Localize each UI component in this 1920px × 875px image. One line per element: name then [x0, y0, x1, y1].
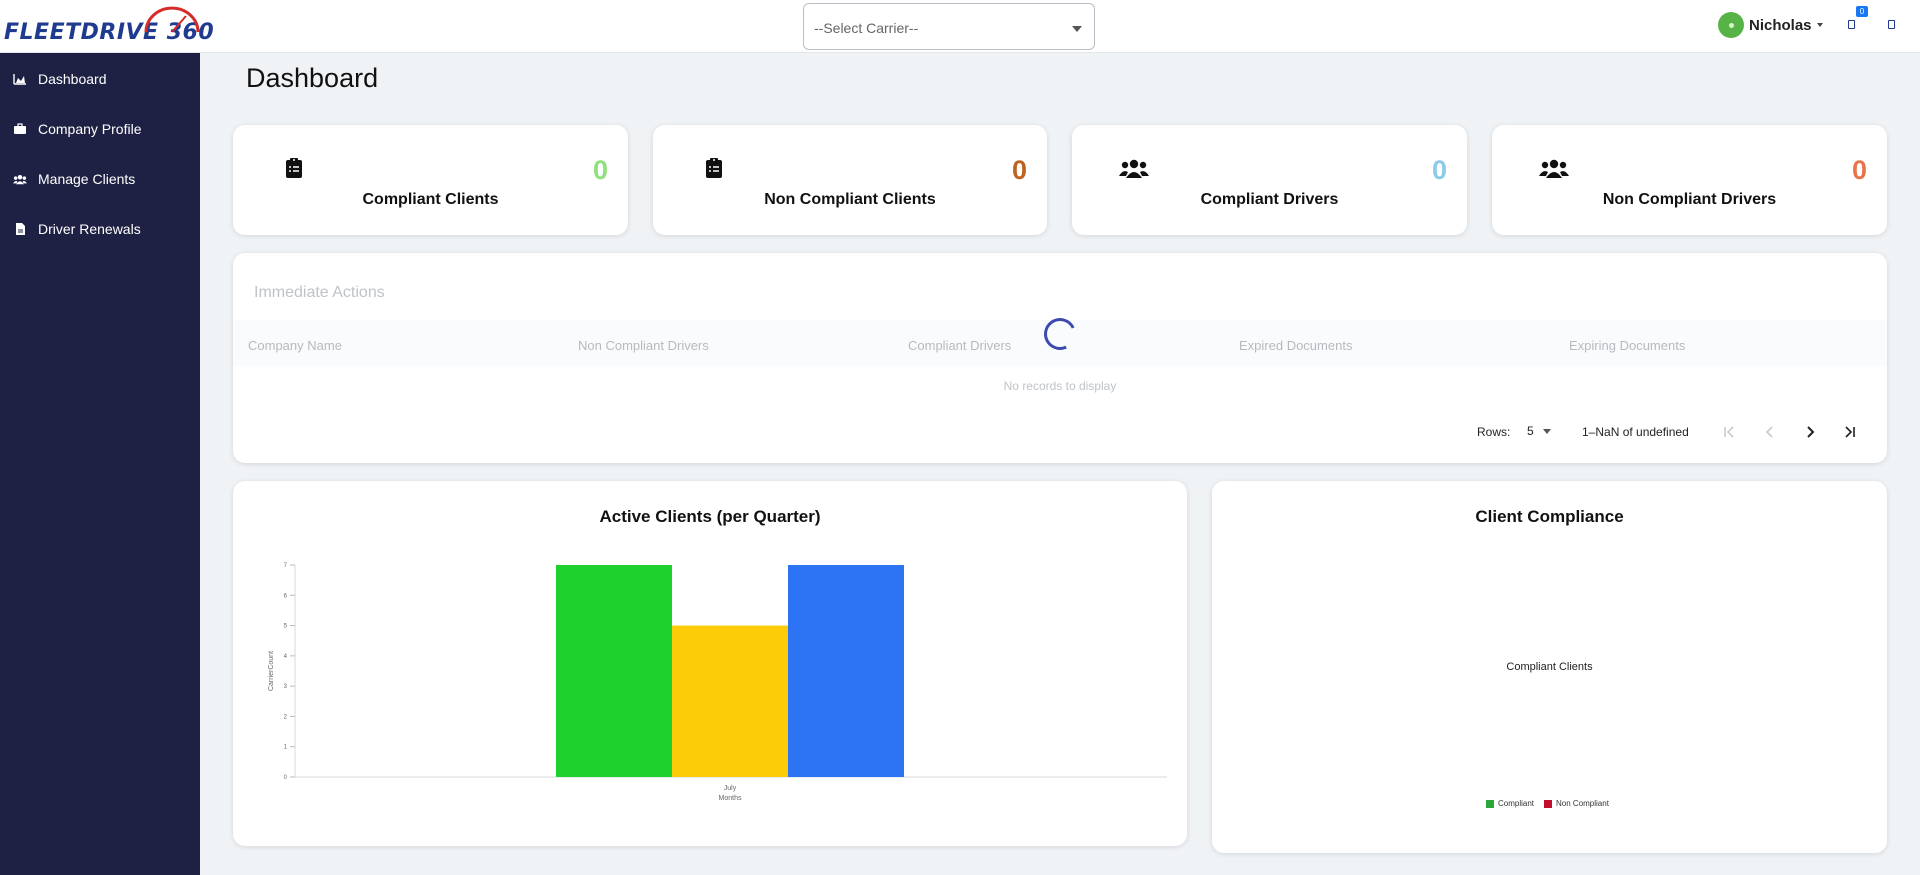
sidebar-item-label: Company Profile	[38, 121, 142, 137]
status-dot-icon	[1728, 22, 1734, 28]
user-name: Nicholas	[1749, 16, 1812, 34]
y-tick-label: 7	[284, 563, 288, 569]
bar	[672, 625, 788, 777]
bar	[556, 565, 672, 777]
next-page-icon[interactable]	[1803, 425, 1817, 439]
y-tick-label: 4	[284, 654, 288, 660]
y-tick-label: 3	[284, 684, 288, 690]
notification-icon[interactable]	[1848, 20, 1855, 29]
top-bar: FLEETDRIVE 360 --Select Carrier-- Nichol…	[0, 0, 1920, 53]
active-clients-bar-chart: 0 1 2 3 4 5 6 7 July Months CarrierCount	[268, 563, 1167, 802]
file-icon	[13, 222, 27, 236]
user-menu[interactable]: Nicholas	[1718, 12, 1823, 38]
notification-badge: 0	[1856, 6, 1868, 17]
users-icon	[13, 172, 27, 186]
column-header[interactable]: Compliant Drivers	[908, 338, 1011, 353]
stat-label: Non Compliant Drivers	[1602, 191, 1777, 208]
stat-label: Compliant Drivers	[1200, 191, 1339, 208]
logo-gauge-icon	[144, 6, 200, 33]
stat-value: 0	[592, 155, 608, 185]
pie-center-label: Compliant Clients	[1506, 661, 1593, 673]
legend-label[interactable]: Non Compliant	[1556, 799, 1609, 808]
chart-title: Client Compliance	[1475, 507, 1624, 526]
empty-message: No records to display	[1003, 379, 1117, 393]
chart-legend: Compliant Non Compliant	[1486, 799, 1609, 808]
carrier-select[interactable]: --Select Carrier--	[803, 3, 1095, 50]
sidebar: Dashboard Company Profile Manage Clients…	[0, 53, 200, 875]
users-icon	[1119, 159, 1149, 178]
sidebar-item-company-profile[interactable]: Company Profile	[0, 109, 200, 149]
sidebar-item-manage-clients[interactable]: Manage Clients	[0, 159, 200, 199]
briefcase-icon	[13, 122, 27, 136]
fleetdrive-logo[interactable]: FLEETDRIVE 360	[4, 4, 214, 48]
stat-label: Non Compliant Clients	[764, 191, 936, 208]
page-title: Dashboard	[246, 63, 379, 93]
immediate-actions-card: Immediate Actions Company Name Non Compl…	[233, 253, 1887, 463]
client-compliance-chart-card: Client Compliance Compliant Clients Comp…	[1212, 481, 1887, 853]
clipboard-icon	[286, 158, 302, 178]
x-axis-label: Months	[719, 795, 742, 802]
stat-value: 0	[1431, 155, 1447, 185]
last-page-icon[interactable]	[1843, 425, 1857, 439]
stat-card-non-compliant-clients: 0 Non Compliant Clients	[653, 125, 1047, 235]
stat-card-non-compliant-drivers: 0 Non Compliant Drivers	[1492, 125, 1887, 235]
sidebar-item-label: Dashboard	[38, 71, 107, 87]
stat-value: 0	[1851, 155, 1867, 185]
bar	[788, 565, 904, 777]
logout-icon[interactable]	[1888, 20, 1895, 29]
avatar	[1718, 12, 1744, 38]
y-axis-label: CarrierCount	[268, 651, 275, 691]
rows-value: 5	[1527, 424, 1534, 438]
sidebar-item-label: Driver Renewals	[38, 221, 141, 237]
first-page-icon[interactable]	[1722, 425, 1736, 439]
column-header[interactable]: Expiring Documents	[1569, 338, 1685, 353]
stat-card-compliant-clients: 0 Compliant Clients	[233, 125, 628, 235]
y-tick-label: 0	[284, 775, 288, 781]
users-icon	[1539, 159, 1569, 178]
previous-page-icon[interactable]	[1763, 425, 1777, 439]
legend-swatch-compliant	[1486, 799, 1494, 808]
clipboard-icon	[706, 158, 722, 178]
chevron-down-icon	[1072, 26, 1082, 32]
y-tick-label: 2	[284, 714, 288, 720]
y-tick-label: 1	[284, 745, 288, 751]
column-header[interactable]: Company Name	[248, 338, 342, 353]
y-tick-label: 5	[284, 624, 288, 630]
user-caret-icon	[1816, 23, 1823, 27]
legend-label[interactable]: Compliant	[1498, 799, 1534, 808]
stat-label: Compliant Clients	[362, 191, 499, 208]
rows-label: Rows:	[1477, 425, 1511, 439]
page-range: 1–NaN of undefined	[1582, 425, 1689, 439]
column-header[interactable]: Non Compliant Drivers	[578, 338, 709, 353]
stat-card-compliant-drivers: 0 Compliant Drivers	[1072, 125, 1467, 235]
carrier-select-placeholder: --Select Carrier--	[814, 20, 919, 36]
sidebar-item-dashboard[interactable]: Dashboard	[0, 59, 200, 99]
column-header[interactable]: Expired Documents	[1239, 338, 1352, 353]
stat-value: 0	[1011, 155, 1027, 185]
rows-per-page-select[interactable]: 5	[1527, 424, 1552, 438]
chart-area-icon	[13, 72, 27, 86]
active-clients-chart-card: Active Clients (per Quarter) 0 1 2 3 4 5 6 7 Jul…	[233, 481, 1187, 846]
sidebar-item-label: Manage Clients	[38, 171, 136, 187]
sidebar-item-driver-renewals[interactable]: Driver Renewals	[0, 209, 200, 249]
immediate-actions-title: Immediate Actions	[254, 284, 385, 301]
x-tick-label: July	[724, 785, 737, 792]
legend-swatch-non-compliant	[1544, 799, 1553, 808]
chevron-down-icon	[1543, 429, 1552, 435]
y-tick-label: 6	[284, 593, 288, 599]
